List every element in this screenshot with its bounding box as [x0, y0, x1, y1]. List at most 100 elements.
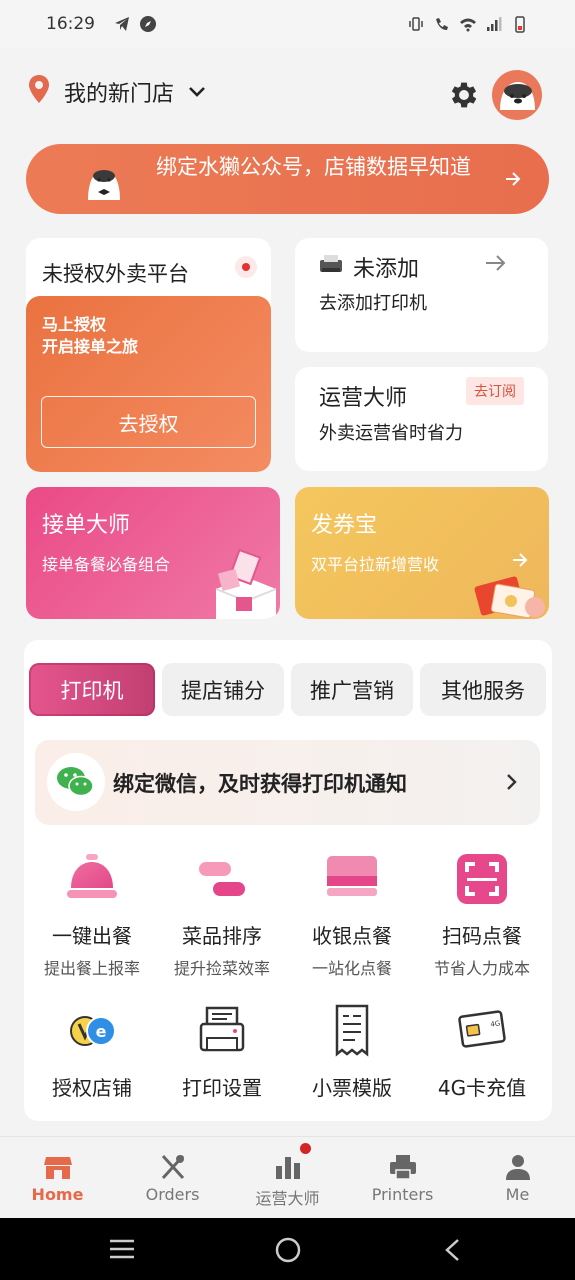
nav-me[interactable]: Me	[460, 1137, 575, 1219]
otter-mascot-icon	[88, 170, 120, 200]
grid-item-4g-recharge[interactable]: 4G 4G卡充值	[417, 1004, 547, 1101]
grid-title: 小票模版	[312, 1076, 392, 1100]
person-icon	[505, 1155, 530, 1180]
bar-chart-icon	[275, 1157, 300, 1179]
nav-label: Orders	[145, 1185, 200, 1204]
grid-item-cashier-order[interactable]: 收银点餐 一站化点餐	[287, 852, 417, 979]
svg-text:e: e	[96, 1022, 107, 1041]
nav-label: Printers	[371, 1185, 434, 1204]
grid-subtitle: 一站化点餐	[311, 959, 392, 978]
grid-item-receipt-template[interactable]: 小票模版	[287, 1004, 417, 1101]
sort-icon	[199, 862, 245, 896]
coupon-promo[interactable]: 发券宝 双平台拉新增营收	[295, 487, 549, 619]
tab-promotion[interactable]: 推广营销	[291, 663, 413, 716]
otter-avatar-icon	[500, 82, 535, 110]
wechat-icon	[47, 753, 105, 811]
store-selector[interactable]: 我的新门店	[64, 76, 174, 108]
service-tabs: 打印机 提店铺分 推广营销 其他服务	[29, 663, 547, 716]
delivery-box-illustration-icon	[215, 549, 277, 619]
grid-item-scan-order[interactable]: 扫码点餐 节省人力成本	[417, 852, 547, 979]
arrow-right-icon	[506, 172, 521, 186]
bind-wechat-banner[interactable]: 绑定微信，及时获得打印机通知	[35, 740, 540, 825]
authorize-line-2: 开启接单之旅	[42, 337, 139, 356]
bottom-nav: Home Orders 运营大师 Printers Me	[0, 1136, 575, 1218]
record-dot-icon	[235, 256, 257, 278]
arrow-right-icon	[486, 255, 506, 271]
grid-title: 一键出餐	[52, 924, 132, 948]
ops-card-subtitle: 外卖运营省时省力	[319, 423, 463, 444]
ops-master-card[interactable]: 运营大师 去订阅 外卖运营省时省力	[295, 367, 548, 471]
grid-title: 授权店铺	[52, 1076, 132, 1100]
recent-apps-icon[interactable]	[108, 1238, 136, 1260]
promo-title: 发券宝	[311, 513, 378, 538]
bind-banner-text: 绑定水獭公众号，店铺数据早知道	[156, 155, 471, 179]
avatar[interactable]	[492, 70, 542, 120]
authorize-promo-text: 马上授权 开启接单之旅	[42, 314, 138, 358]
fork-knife-icon	[161, 1154, 184, 1180]
grid-subtitle: 节省人力成本	[433, 959, 530, 978]
sim-card-icon: 4G	[458, 1010, 506, 1048]
tab-printer[interactable]: 打印机	[29, 663, 155, 716]
nav-label: Home	[31, 1185, 84, 1204]
card-title: 未授权外卖平台	[42, 262, 189, 286]
authorize-button[interactable]: 去授权	[41, 396, 256, 448]
grid-subtitle: 提出餐上报率	[43, 959, 140, 978]
coupon-illustration-icon	[474, 576, 545, 619]
order-master-promo[interactable]: 接单大师 接单备餐必备组合	[26, 487, 280, 619]
back-icon[interactable]	[442, 1238, 462, 1262]
service-panel: 打印机 提店铺分 推广营销 其他服务 绑定微信，及时获得打印机通知 一键出餐 提…	[24, 640, 552, 1121]
promo-subtitle: 双平台拉新增营收	[311, 555, 440, 574]
grid-item-one-click-serve[interactable]: 一键出餐 提出餐上报率	[27, 852, 157, 979]
vibrate-icon	[409, 17, 423, 31]
authorize-panel: 马上授权 开启接单之旅 去授权	[26, 296, 271, 472]
promo-title: 接单大师	[42, 513, 131, 538]
platform-logo-icon: e	[70, 1016, 116, 1046]
wifi-icon	[460, 18, 476, 32]
home-circle-icon[interactable]	[274, 1236, 302, 1264]
tab-store-score[interactable]: 提店铺分	[162, 663, 284, 716]
store-icon	[43, 1157, 72, 1179]
grid-title: 菜品排序	[182, 924, 262, 948]
nav-ops-master[interactable]: 运营大师	[230, 1137, 345, 1219]
subscribe-badge[interactable]: 去订阅	[466, 377, 524, 405]
printer-icon	[320, 255, 342, 272]
wifi-call-icon	[436, 18, 448, 30]
printer-card-subtitle: 去添加打印机	[319, 293, 427, 314]
grid-item-print-settings[interactable]: 打印设置	[157, 1004, 287, 1101]
nav-label: Me	[505, 1185, 530, 1204]
ops-card-title: 运营大师	[319, 386, 408, 411]
location-pin-icon	[29, 75, 49, 103]
grid-item-authorize-store[interactable]: e 授权店铺	[27, 1004, 157, 1101]
grid-item-dish-sort[interactable]: 菜品排序 提升捡菜效率	[157, 852, 287, 979]
header: 我的新门店	[0, 48, 575, 136]
bind-official-account-banner[interactable]: 绑定水獭公众号，店铺数据早知道	[26, 144, 549, 214]
grid-title: 扫码点餐	[442, 924, 522, 948]
wechat-banner-text: 绑定微信，及时获得打印机通知	[113, 772, 407, 796]
bell-icon	[67, 854, 117, 898]
chevron-right-icon	[507, 774, 517, 790]
grid-title: 4G卡充值	[437, 1076, 527, 1100]
authorize-line-1: 马上授权	[42, 315, 107, 334]
battery-icon	[515, 16, 525, 33]
chevron-down-icon[interactable]	[188, 85, 206, 99]
grid-subtitle: 提升捡菜效率	[173, 959, 270, 978]
grid-title: 打印设置	[182, 1076, 262, 1100]
printer-card-title: 未添加	[353, 257, 420, 282]
nav-home[interactable]: Home	[0, 1137, 115, 1219]
system-nav-bar	[0, 1218, 575, 1280]
nav-label: 运营大师	[255, 1189, 320, 1208]
gear-icon[interactable]	[447, 78, 481, 112]
add-printer-card[interactable]: 未添加 去添加打印机	[295, 238, 548, 352]
nav-printers[interactable]: Printers	[345, 1137, 460, 1219]
cashier-icon	[327, 856, 377, 896]
arrow-right-icon	[513, 553, 528, 567]
notification-dot	[300, 1143, 311, 1154]
printer-icon	[389, 1155, 416, 1180]
tab-other-services[interactable]: 其他服务	[420, 663, 546, 716]
status-bar: 16:29	[0, 0, 575, 48]
promo-subtitle: 接单备餐必备组合	[42, 555, 171, 574]
status-time: 16:29	[46, 14, 95, 34]
signal-icon	[487, 17, 502, 31]
nav-orders[interactable]: Orders	[115, 1137, 230, 1219]
grid-title: 收银点餐	[312, 924, 392, 948]
